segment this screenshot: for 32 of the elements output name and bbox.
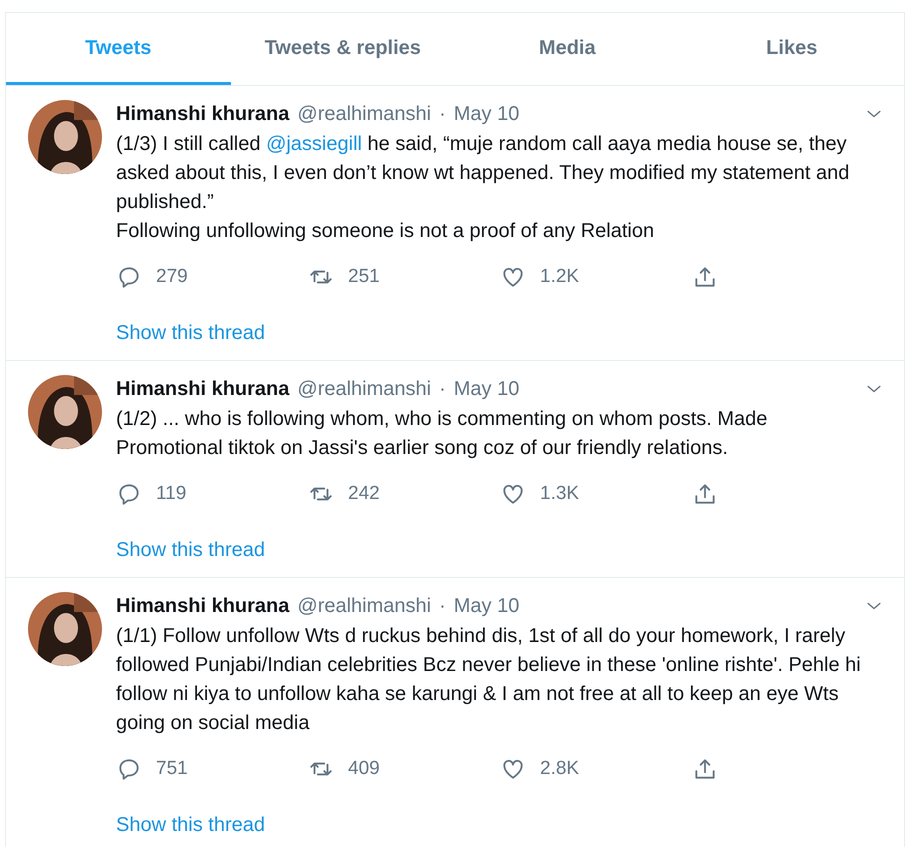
reply-count: 279 bbox=[156, 264, 188, 289]
tweet-text: (1/2) ... who is following whom, who is commenting on whom posts. Made Promotional tiktok on Jassi's earlier song coz of our friendly relations. bbox=[116, 407, 768, 461]
like-count: 1.3K bbox=[540, 482, 580, 506]
author-handle[interactable]: @realhimanshi bbox=[297, 375, 432, 403]
retweet-count: 251 bbox=[348, 264, 380, 289]
profile-tab[interactable]: Tweets bbox=[6, 13, 230, 85]
show-thread-link[interactable]: Show this thread bbox=[116, 318, 265, 348]
mention-link[interactable]: @jassiegill bbox=[266, 133, 362, 155]
like-count: 1.2K bbox=[540, 264, 580, 289]
reply-count: 751 bbox=[156, 756, 188, 781]
tweet-date[interactable]: May 10 bbox=[454, 100, 520, 128]
profile-tab[interactable]: Likes bbox=[680, 13, 904, 85]
profile-tab[interactable]: Media bbox=[455, 13, 680, 85]
profile-tab[interactable]: Tweets & replies bbox=[230, 13, 455, 85]
separator-dot: · bbox=[439, 594, 446, 619]
author-handle[interactable]: @realhimanshi bbox=[297, 100, 432, 128]
author-name[interactable]: Himanshi khurana bbox=[116, 100, 290, 128]
tweet-date[interactable]: May 10 bbox=[454, 592, 520, 620]
retweet-count: 409 bbox=[348, 756, 380, 781]
retweet-count: 242 bbox=[348, 482, 380, 506]
show-thread-link[interactable]: Show this thread bbox=[116, 535, 265, 565]
tweet-text: (1/1) Follow unfollow Wts d ruckus behind dis, 1st of all do your homework, I rarely followed Punjabi/Indian celebrities Bcz never believe in these 'online rishte'. Pehle hi follow ni kiya to unfollow kaha se karungi & I am not free at all to keep an eye Wts going on social media bbox=[116, 624, 862, 736]
separator-dot: · bbox=[439, 102, 446, 127]
tweet-date[interactable]: May 10 bbox=[454, 375, 520, 403]
author-name[interactable]: Himanshi khurana bbox=[116, 375, 290, 403]
show-thread-link[interactable]: Show this thread bbox=[116, 810, 265, 840]
author-name[interactable]: Himanshi khurana bbox=[116, 592, 290, 620]
separator-dot: · bbox=[439, 377, 446, 402]
like-count: 2.8K bbox=[540, 756, 580, 781]
author-handle[interactable]: @realhimanshi bbox=[297, 592, 432, 620]
reply-count: 119 bbox=[156, 482, 186, 506]
tweet-text: (1/3) I still called @jassiegill he said, “muje random call aaya media house se, they asked about this, I even don’t know wt happened. They modified my statement and published.” Following unfollowing someone is not a proof of any Relation bbox=[116, 132, 850, 244]
